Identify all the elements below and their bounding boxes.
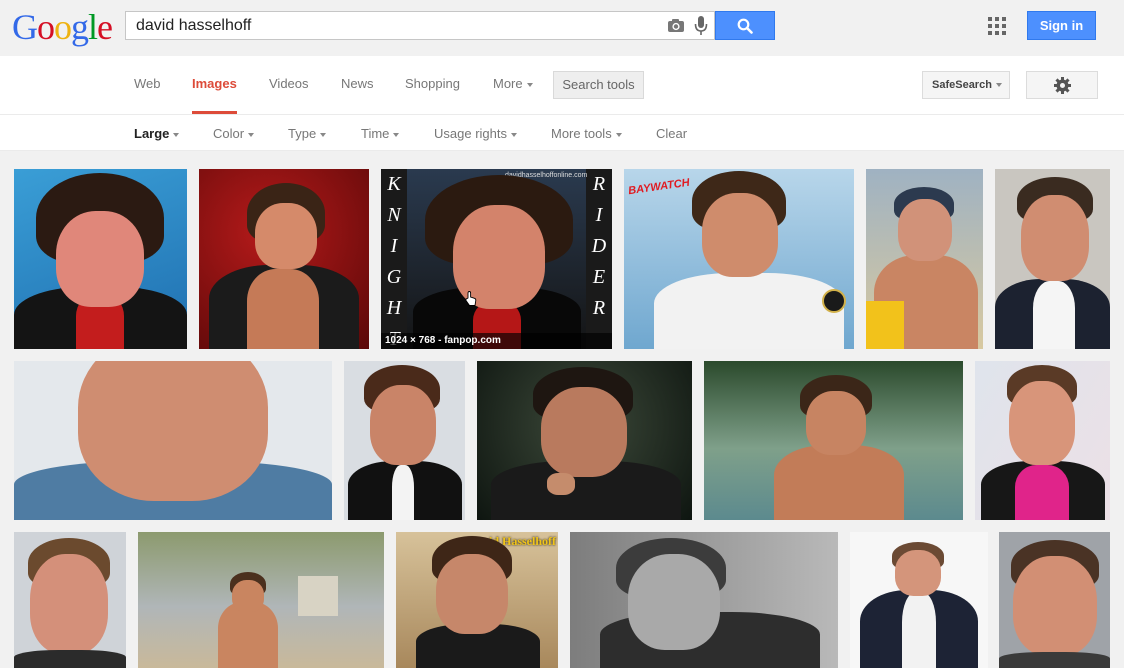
tool-time-label: Time bbox=[361, 126, 390, 141]
search-button[interactable] bbox=[715, 11, 775, 40]
microphone-icon[interactable] bbox=[694, 16, 708, 36]
image-result[interactable] bbox=[975, 361, 1110, 520]
safesearch-dropdown[interactable]: SafeSearch bbox=[922, 71, 1010, 99]
hand-cursor-icon bbox=[465, 291, 477, 306]
image-result[interactable] bbox=[14, 532, 126, 668]
search-icon bbox=[737, 18, 753, 34]
chevron-down-icon bbox=[393, 132, 400, 137]
image-result[interactable] bbox=[866, 169, 983, 349]
google-logo[interactable]: Google bbox=[12, 7, 113, 47]
tab-images[interactable]: Images bbox=[192, 76, 237, 91]
search-tools-button[interactable]: Search tools bbox=[553, 71, 644, 99]
camera-icon[interactable] bbox=[667, 18, 685, 33]
active-tab-indicator bbox=[192, 111, 237, 114]
image-result[interactable]: David Hasselhoff bbox=[396, 532, 558, 668]
image-result[interactable] bbox=[570, 532, 838, 668]
chevron-down-icon bbox=[320, 132, 327, 137]
tool-usage-rights-label: Usage rights bbox=[434, 126, 507, 141]
knight-text: KNIGHT bbox=[386, 173, 402, 349]
chevron-down-icon bbox=[526, 82, 533, 87]
tool-more-tools-label: More tools bbox=[551, 126, 612, 141]
rider-text: RIDER bbox=[591, 173, 607, 319]
image-result[interactable]: BAYWATCH bbox=[624, 169, 854, 349]
image-result[interactable] bbox=[199, 169, 369, 349]
chevron-down-icon bbox=[248, 132, 255, 137]
image-result[interactable] bbox=[14, 169, 187, 349]
image-result[interactable] bbox=[14, 361, 332, 520]
tab-more-label: More bbox=[493, 76, 523, 91]
clear-tools-link[interactable]: Clear bbox=[656, 126, 687, 141]
tab-shopping[interactable]: Shopping bbox=[405, 76, 460, 91]
safesearch-label: SafeSearch bbox=[932, 79, 992, 91]
search-input[interactable] bbox=[134, 14, 638, 38]
tab-videos[interactable]: Videos bbox=[269, 76, 309, 91]
tool-type[interactable]: Type bbox=[288, 126, 327, 141]
tab-more[interactable]: More bbox=[493, 76, 533, 91]
image-result[interactable] bbox=[704, 361, 963, 520]
tool-usage-rights[interactable]: Usage rights bbox=[434, 126, 517, 141]
chevron-down-icon bbox=[173, 132, 180, 137]
tool-color-label: Color bbox=[213, 126, 245, 141]
image-result[interactable] bbox=[999, 532, 1110, 668]
chevron-down-icon bbox=[615, 132, 622, 137]
search-tools-bar: Large Color Type Time Usage rights More … bbox=[0, 115, 1124, 151]
image-result[interactable]: KNIGHT RIDER davidhasselhoffonline.com 1… bbox=[381, 169, 612, 349]
apps-grid-icon[interactable] bbox=[988, 17, 1006, 35]
chevron-down-icon bbox=[510, 132, 517, 137]
sign-in-button[interactable]: Sign in bbox=[1027, 11, 1096, 40]
tool-size-label: Large bbox=[134, 126, 170, 141]
gear-icon bbox=[1054, 77, 1071, 94]
tool-color[interactable]: Color bbox=[213, 126, 255, 141]
search-box bbox=[125, 11, 715, 40]
image-result[interactable] bbox=[477, 361, 692, 520]
image-results-grid: KNIGHT RIDER davidhasselhoffonline.com 1… bbox=[0, 151, 1124, 668]
baywatch-logo: BAYWATCH bbox=[627, 176, 691, 198]
image-result[interactable] bbox=[344, 361, 465, 520]
tool-more-tools[interactable]: More tools bbox=[551, 126, 622, 141]
image-result[interactable] bbox=[995, 169, 1110, 349]
tool-time[interactable]: Time bbox=[361, 126, 400, 141]
tab-web[interactable]: Web bbox=[134, 76, 161, 91]
search-nav: Web Images Videos News Shopping More Sea… bbox=[0, 56, 1124, 115]
tool-size[interactable]: Large bbox=[134, 126, 180, 141]
image-result[interactable] bbox=[138, 532, 384, 668]
settings-button[interactable] bbox=[1026, 71, 1098, 99]
image-result[interactable] bbox=[850, 532, 988, 668]
image-size-caption: 1024 × 768 - fanpop.com bbox=[381, 333, 612, 349]
chevron-down-icon bbox=[995, 83, 1002, 88]
tool-type-label: Type bbox=[288, 126, 317, 141]
tab-news[interactable]: News bbox=[341, 76, 374, 91]
top-bar: Google Sign in bbox=[0, 0, 1124, 56]
